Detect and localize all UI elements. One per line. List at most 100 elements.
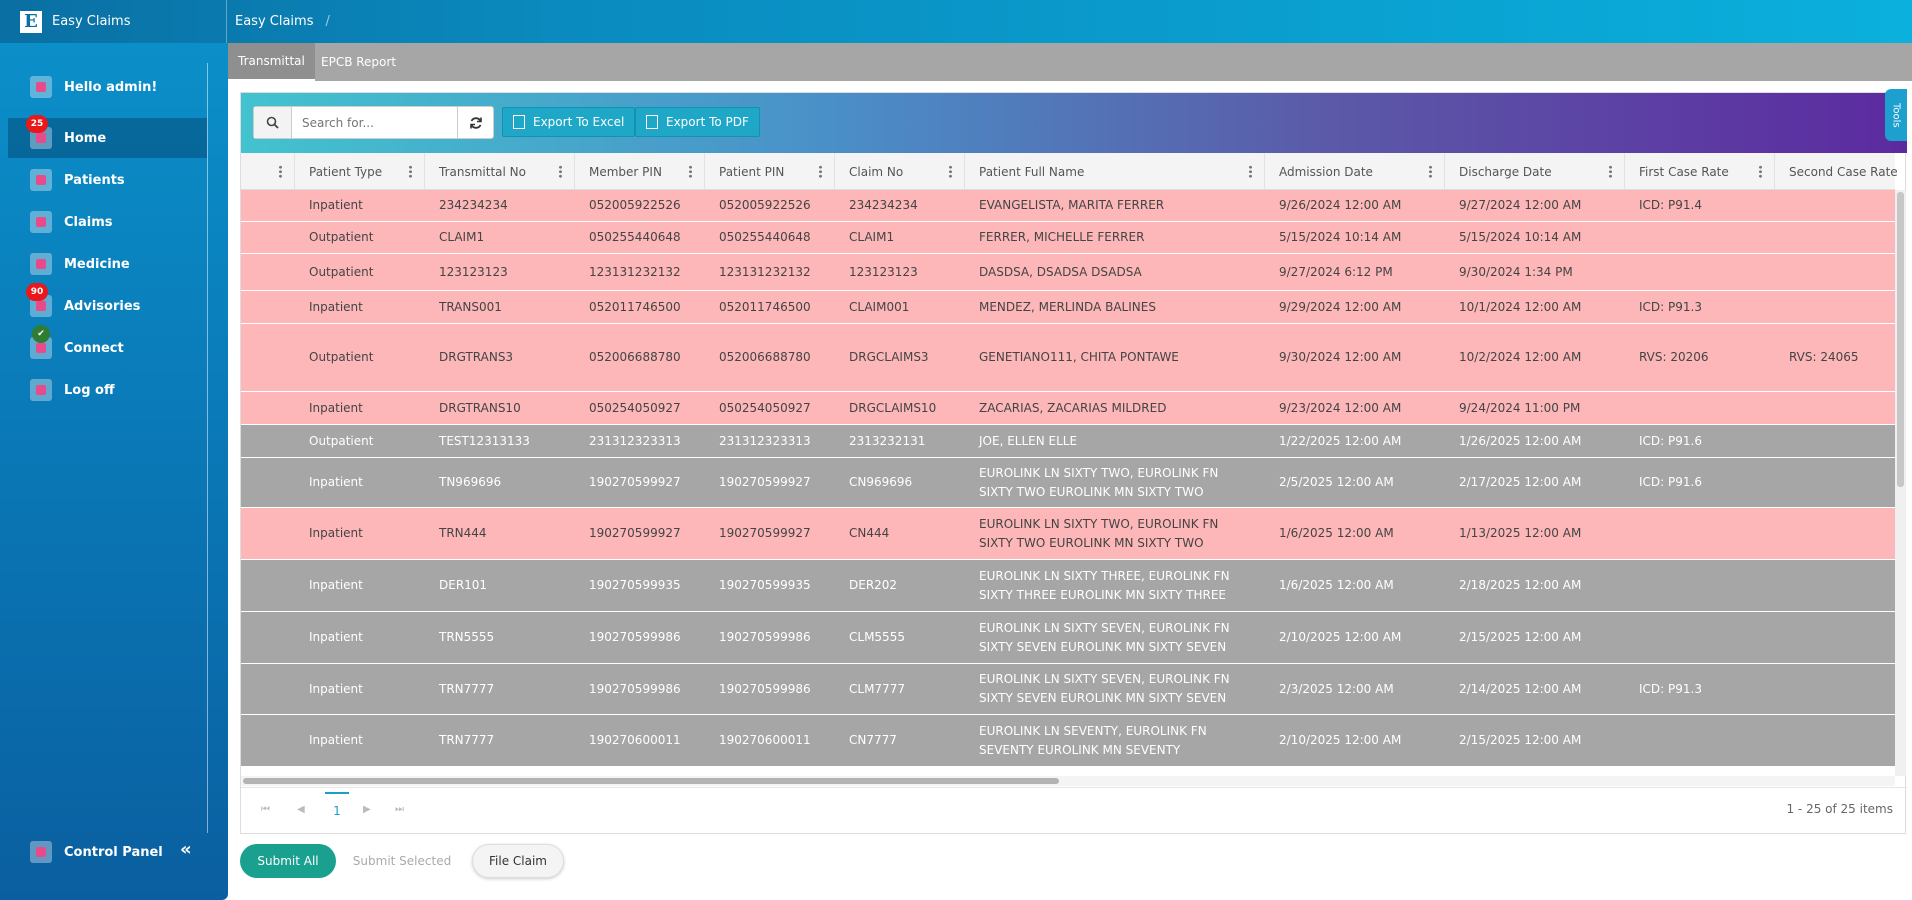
table-row[interactable]: Inpatient 234234234 052005922526 0520059225… xyxy=(241,190,1895,222)
column-menu-icon[interactable] xyxy=(1429,165,1432,178)
sidebar-item-home[interactable]: 25 Home xyxy=(8,115,207,158)
column-header[interactable]: Patient Full Name xyxy=(965,153,1265,190)
submit-all-button[interactable]: Submit All xyxy=(240,844,336,878)
collapse-sidebar-icon[interactable]: « xyxy=(180,839,192,860)
tab-transmittal[interactable]: Transmittal xyxy=(228,43,315,81)
file-claim-button[interactable]: File Claim xyxy=(472,844,564,878)
table-cell: EUROLINK LN SIXTY THREE, EUROLINK FN SIX… xyxy=(979,568,1230,602)
row-select-cell[interactable] xyxy=(241,715,295,766)
first-page-icon[interactable]: ⏮ xyxy=(261,804,270,815)
column-header[interactable]: Patient Type xyxy=(295,153,425,190)
breadcrumb-current[interactable]: Easy Claims xyxy=(235,14,313,29)
tab-epcb-report[interactable]: EPCB Report xyxy=(311,43,406,81)
brand[interactable]: E Easy Claims xyxy=(0,0,227,43)
table-row[interactable]: Outpatient 123123123 123131232132 123131232… xyxy=(241,254,1895,291)
row-select-cell[interactable] xyxy=(241,254,295,290)
column-menu-icon[interactable] xyxy=(819,165,822,178)
horizontal-scrollbar[interactable] xyxy=(241,776,1895,786)
table-row[interactable]: Inpatient TRN7777 190270600011 190270600011… xyxy=(241,715,1895,767)
sidebar-item-label: Patients xyxy=(64,172,125,188)
table-row[interactable]: Inpatient DER101 190270599935 190270599935 D… xyxy=(241,560,1895,612)
table-cell: ICD: P91.6 xyxy=(1639,433,1702,448)
table-row[interactable]: Inpatient TN969696 190270599927 19027059992… xyxy=(241,458,1895,508)
pager: ⏮ ◀ 1 ▶ ⏭ 1 - 25 of 25 items xyxy=(241,787,1907,834)
row-select-cell[interactable] xyxy=(241,222,295,253)
table-cell: 190270599927 xyxy=(589,475,681,489)
row-select-cell[interactable] xyxy=(241,560,295,611)
column-menu-icon[interactable] xyxy=(1759,165,1762,178)
column-menu-icon[interactable] xyxy=(1249,165,1252,178)
table-cell: Inpatient xyxy=(309,475,363,489)
table-row[interactable]: Outpatient DRGTRANS3 052006688780 052006688… xyxy=(241,324,1895,392)
table-cell: Inpatient xyxy=(309,299,363,314)
column-menu-icon[interactable] xyxy=(949,165,952,178)
export-excel-button[interactable]: Export To Excel xyxy=(502,107,636,137)
table-row[interactable]: Inpatient TRN7777 190270599986 190270599986… xyxy=(241,664,1895,715)
page-number-1[interactable]: 1 xyxy=(325,792,349,828)
vertical-scrollbar[interactable] xyxy=(1895,190,1906,776)
column-menu-icon[interactable] xyxy=(689,165,692,178)
refresh-icon[interactable] xyxy=(457,107,493,138)
table-row[interactable]: Outpatient TEST12313133 231312323313 231312… xyxy=(241,425,1895,458)
column-menu-icon[interactable] xyxy=(1609,165,1612,178)
table-cell xyxy=(1775,612,1895,663)
sidebar-item-medicine[interactable]: Medicine xyxy=(8,244,207,284)
row-select-cell[interactable] xyxy=(241,664,295,714)
column-menu-icon[interactable] xyxy=(559,165,562,178)
column-header[interactable]: Discharge Date xyxy=(1445,153,1625,190)
horizontal-scroll-thumb[interactable] xyxy=(243,778,1059,784)
row-select-cell[interactable] xyxy=(241,612,295,663)
table-cell xyxy=(1775,392,1895,424)
sidebar-item-advisories[interactable]: 90 Advisories xyxy=(8,283,207,326)
column-header[interactable]: Transmittal No xyxy=(425,153,575,190)
column-menu-icon[interactable] xyxy=(409,165,412,178)
row-select-cell[interactable] xyxy=(241,291,295,323)
table-cell: 231312323313 xyxy=(589,433,681,448)
sidebar-item-connect[interactable]: ✔ Connect xyxy=(8,325,207,368)
greeting-label: Hello admin! xyxy=(64,79,158,95)
column-header[interactable]: Patient PIN xyxy=(705,153,835,190)
table-row[interactable]: Inpatient TRN444 190270599927 190270599927 C… xyxy=(241,508,1895,560)
table-row[interactable]: Inpatient TRN5555 190270599986 190270599986… xyxy=(241,612,1895,664)
prev-page-icon[interactable]: ◀ xyxy=(297,804,305,815)
row-select-cell[interactable] xyxy=(241,324,295,391)
export-pdf-button[interactable]: Export To PDF xyxy=(635,107,760,137)
table-cell xyxy=(1775,190,1895,221)
control-panel-link[interactable]: Control Panel xyxy=(8,832,207,872)
table-cell: MENDEZ, MERLINDA BALINES xyxy=(979,299,1156,314)
vertical-scroll-thumb[interactable] xyxy=(1897,192,1904,487)
table-row[interactable]: Outpatient CLAIM1 050255440648 050255440648… xyxy=(241,222,1895,254)
column-header[interactable]: Member PIN xyxy=(575,153,705,190)
table-cell: CLM5555 xyxy=(849,630,905,644)
search-input[interactable] xyxy=(292,107,457,138)
tools-tab[interactable]: Tools xyxy=(1885,89,1907,141)
table-row[interactable]: Inpatient DRGTRANS10 050254050927 050254050… xyxy=(241,392,1895,425)
user-greeting[interactable]: Hello admin! xyxy=(8,67,207,107)
table-cell: 123131232132 xyxy=(589,264,681,279)
row-select-cell[interactable] xyxy=(241,508,295,559)
table-cell: 5/15/2024 10:14 AM xyxy=(1279,230,1402,244)
submit-selected-button[interactable]: Submit Selected xyxy=(346,844,458,878)
table-row[interactable]: Inpatient TRANS001 052011746500 05201174650… xyxy=(241,291,1895,324)
search-icon[interactable] xyxy=(254,107,292,138)
column-header[interactable]: Claim No xyxy=(835,153,965,190)
next-page-icon[interactable]: ▶ xyxy=(363,804,371,815)
table-cell: ICD: P91.4 xyxy=(1639,198,1702,212)
row-select-cell[interactable] xyxy=(241,392,295,424)
table-cell: CLAIM1 xyxy=(439,230,485,244)
column-header-select[interactable] xyxy=(241,153,295,190)
table-cell: CLAIM001 xyxy=(849,299,910,314)
row-select-cell[interactable] xyxy=(241,190,295,221)
table-cell: 190270599935 xyxy=(719,578,811,592)
sidebar-item-claims[interactable]: Claims xyxy=(8,202,207,242)
row-select-cell[interactable] xyxy=(241,458,295,507)
column-header[interactable]: Second Case Rate xyxy=(1775,153,1905,190)
table-cell xyxy=(1775,458,1895,507)
row-select-cell[interactable] xyxy=(241,425,295,457)
column-header[interactable]: Admission Date xyxy=(1265,153,1445,190)
column-menu-icon[interactable] xyxy=(279,165,282,178)
column-header[interactable]: First Case Rate xyxy=(1625,153,1775,190)
sidebar-item-logoff[interactable]: Log off xyxy=(8,370,207,410)
last-page-icon[interactable]: ⏭ xyxy=(395,804,404,815)
sidebar-item-patients[interactable]: Patients xyxy=(8,160,207,200)
